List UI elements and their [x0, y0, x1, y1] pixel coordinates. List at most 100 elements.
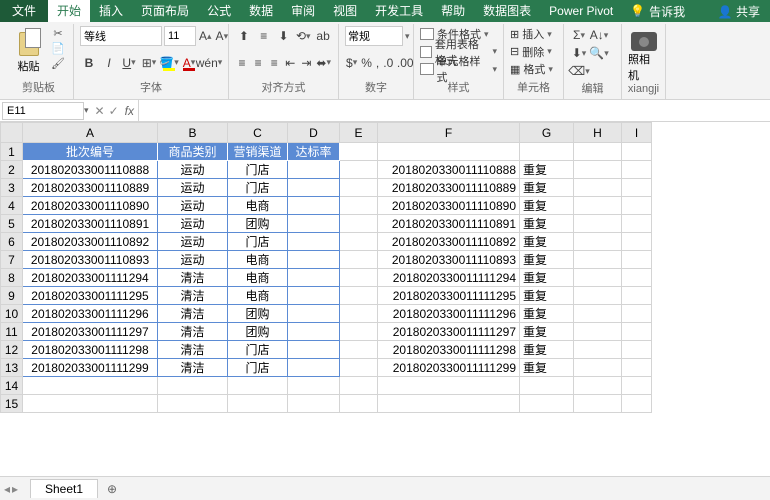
- menu-tab-6[interactable]: 视图: [324, 0, 366, 22]
- cell[interactable]: 清洁: [158, 305, 228, 323]
- cell[interactable]: 清洁: [158, 341, 228, 359]
- cell[interactable]: [622, 377, 652, 395]
- cell[interactable]: [340, 287, 378, 305]
- row-header[interactable]: 8: [1, 269, 23, 287]
- cell[interactable]: [340, 323, 378, 341]
- cell[interactable]: 团购: [228, 305, 288, 323]
- cell[interactable]: 201802033001110889: [23, 179, 158, 197]
- cell[interactable]: [574, 341, 622, 359]
- cell[interactable]: 2018020330011110893: [378, 251, 520, 269]
- cell[interactable]: [622, 341, 652, 359]
- align-top-icon[interactable]: ⬆: [235, 27, 253, 45]
- cell[interactable]: 团购: [228, 215, 288, 233]
- merge-icon[interactable]: ⬌▾: [315, 54, 332, 72]
- col-header[interactable]: H: [574, 123, 622, 143]
- cell[interactable]: [288, 323, 340, 341]
- cell[interactable]: [574, 233, 622, 251]
- cell[interactable]: 运动: [158, 215, 228, 233]
- enter-icon[interactable]: ✓: [109, 104, 119, 118]
- cell[interactable]: [288, 359, 340, 377]
- cell[interactable]: 201802033001110891: [23, 215, 158, 233]
- row-header[interactable]: 11: [1, 323, 23, 341]
- cell[interactable]: [228, 377, 288, 395]
- col-header[interactable]: E: [340, 123, 378, 143]
- cell[interactable]: [622, 323, 652, 341]
- bold-button[interactable]: B: [80, 54, 98, 72]
- paste-button[interactable]: 粘贴: [10, 26, 47, 74]
- cell[interactable]: 电商: [228, 287, 288, 305]
- cell[interactable]: [574, 269, 622, 287]
- cell[interactable]: 201802033001111296: [23, 305, 158, 323]
- align-middle-icon[interactable]: ≡: [255, 27, 273, 45]
- cell[interactable]: [340, 197, 378, 215]
- cell[interactable]: [288, 179, 340, 197]
- orientation-icon[interactable]: ⟲▾: [294, 27, 312, 45]
- copy-icon[interactable]: 📄: [49, 41, 67, 55]
- cell[interactable]: [340, 269, 378, 287]
- cell[interactable]: [574, 305, 622, 323]
- cell[interactable]: 201802033001111299: [23, 359, 158, 377]
- menu-tab-9[interactable]: 数据图表: [474, 0, 540, 22]
- align-left-icon[interactable]: ≡: [235, 54, 249, 72]
- fill-color-button[interactable]: 🪣▾: [160, 54, 178, 72]
- menu-tab-1[interactable]: 插入: [90, 0, 132, 22]
- cell[interactable]: [23, 377, 158, 395]
- cell[interactable]: [340, 359, 378, 377]
- underline-button[interactable]: U▾: [120, 54, 138, 72]
- cell[interactable]: [622, 215, 652, 233]
- cell[interactable]: [288, 233, 340, 251]
- inc-decimal-icon[interactable]: .0: [382, 54, 394, 72]
- cell[interactable]: 201802033001110890: [23, 197, 158, 215]
- insert-button[interactable]: ⊞ 插入▾: [510, 26, 557, 42]
- sort-filter-icon[interactable]: A↓▾: [590, 26, 608, 44]
- cell[interactable]: 电商: [228, 269, 288, 287]
- row-header[interactable]: 3: [1, 179, 23, 197]
- cell[interactable]: [340, 377, 378, 395]
- add-sheet-button[interactable]: ⊕: [102, 479, 122, 499]
- row-header[interactable]: 5: [1, 215, 23, 233]
- border-button[interactable]: ⊞▾: [140, 54, 158, 72]
- fx-icon[interactable]: fx: [125, 104, 134, 118]
- find-icon[interactable]: 🔍▾: [590, 44, 608, 62]
- cell[interactable]: 电商: [228, 251, 288, 269]
- cell[interactable]: 门店: [228, 341, 288, 359]
- cell[interactable]: 运动: [158, 179, 228, 197]
- formula-bar[interactable]: [138, 100, 770, 122]
- file-tab[interactable]: 文件: [0, 0, 48, 22]
- font-size-select[interactable]: [164, 26, 196, 46]
- cell[interactable]: 重复: [520, 359, 574, 377]
- menu-tab-5[interactable]: 审阅: [282, 0, 324, 22]
- cell[interactable]: [288, 287, 340, 305]
- menu-tab-7[interactable]: 开发工具: [366, 0, 432, 22]
- cell[interactable]: [622, 197, 652, 215]
- camera-icon[interactable]: [631, 32, 657, 51]
- clear-icon[interactable]: ⌫▾: [570, 62, 588, 80]
- cell[interactable]: [340, 305, 378, 323]
- cell[interactable]: 2018020330011110888: [378, 161, 520, 179]
- autosum-icon[interactable]: Σ▾: [570, 26, 588, 44]
- cell[interactable]: 重复: [520, 323, 574, 341]
- cell[interactable]: [23, 395, 158, 413]
- cell[interactable]: [288, 341, 340, 359]
- col-header[interactable]: I: [622, 123, 652, 143]
- cell[interactable]: [340, 161, 378, 179]
- cell[interactable]: [340, 143, 378, 161]
- cell[interactable]: [288, 269, 340, 287]
- comma-icon[interactable]: ,: [375, 54, 380, 72]
- cell[interactable]: 201802033001111298: [23, 341, 158, 359]
- cell[interactable]: 2018020330011110890: [378, 197, 520, 215]
- worksheet[interactable]: ABCDEFGHI1批次编号商品类别营销渠道达标率220180203300111…: [0, 122, 770, 454]
- cell[interactable]: [574, 161, 622, 179]
- cell[interactable]: [622, 359, 652, 377]
- cancel-icon[interactable]: ✕: [95, 104, 105, 118]
- namebox-dropdown-icon[interactable]: ▾: [84, 105, 89, 116]
- cell[interactable]: 重复: [520, 341, 574, 359]
- cell[interactable]: [520, 395, 574, 413]
- cell[interactable]: 2018020330011110892: [378, 233, 520, 251]
- select-all-corner[interactable]: [1, 123, 23, 143]
- font-name-select[interactable]: [80, 26, 162, 46]
- cell[interactable]: 门店: [228, 233, 288, 251]
- cell[interactable]: [574, 377, 622, 395]
- delete-button[interactable]: ⊟ 删除▾: [510, 44, 557, 60]
- menu-tab-4[interactable]: 数据: [240, 0, 282, 22]
